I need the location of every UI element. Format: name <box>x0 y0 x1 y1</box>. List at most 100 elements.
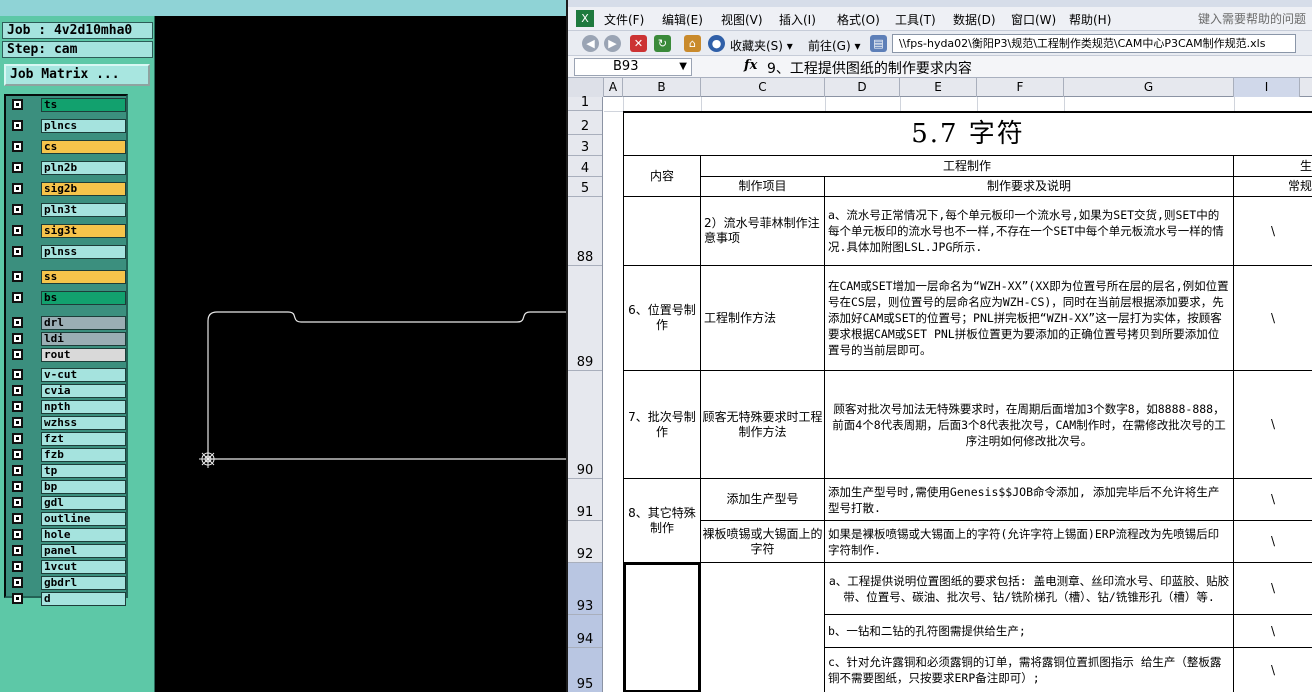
layer-name-label[interactable]: bp <box>41 480 126 494</box>
cell-b89[interactable]: 6、位置号制作 <box>623 266 701 371</box>
layer-row-v-cut[interactable]: v-cut <box>9 368 126 382</box>
layer-row-sig2b[interactable]: sig2b <box>9 182 126 196</box>
layer-checkbox[interactable] <box>12 481 23 492</box>
cam-graphics-canvas[interactable] <box>155 16 566 692</box>
layer-name-label[interactable]: ss <box>41 270 126 284</box>
cell-i92[interactable]: \ <box>1234 521 1312 563</box>
layer-name-label[interactable]: pln3t <box>41 203 126 217</box>
go-menu[interactable]: 前往(G) ▾ <box>808 37 861 54</box>
layer-row-drl[interactable]: drl <box>9 316 126 330</box>
worksheet-grid[interactable]: 5.7 字符 内容 工程制作 生 制作项目 制作要求及说明 常规 2）流水号菲林… <box>604 97 1312 692</box>
menu-tools[interactable]: 工具(T) <box>895 11 936 28</box>
row-header-1[interactable]: 1 <box>568 95 602 111</box>
cell-b93-selected[interactable] <box>623 563 701 692</box>
layer-checkbox[interactable] <box>12 369 23 380</box>
cell-d89[interactable]: 在CAM或SET增加一层命名为“WZH-XX”(XX即为位置号所在层的层名,例如… <box>825 266 1234 371</box>
layer-row-cs[interactable]: cs <box>9 140 126 154</box>
menu-file[interactable]: 文件(F) <box>604 11 644 28</box>
layer-checkbox[interactable] <box>12 577 23 588</box>
help-search-box[interactable]: 键入需要帮助的问题 <box>1198 10 1306 27</box>
layer-checkbox[interactable] <box>12 183 23 194</box>
layer-checkbox[interactable] <box>12 141 23 152</box>
layer-row-d[interactable]: d <box>9 592 126 606</box>
excel-app-icon[interactable]: X <box>576 10 594 27</box>
layer-name-label[interactable]: ldi <box>41 332 126 346</box>
cell-c92[interactable]: 裸板喷锡或大锡面上的字符 <box>701 521 825 563</box>
cell-b91[interactable]: 8、其它特殊制作 <box>623 479 701 563</box>
column-header-e[interactable]: E <box>900 78 977 97</box>
favorites-menu[interactable]: 收藏夹(S) ▾ <box>730 37 793 54</box>
cell-i94[interactable]: \ <box>1234 615 1312 648</box>
layer-row-npth[interactable]: npth <box>9 400 126 414</box>
sheet-title[interactable]: 5.7 字符 <box>623 111 1312 156</box>
layer-checkbox[interactable] <box>12 401 23 412</box>
menu-data[interactable]: 数据(D) <box>953 11 996 28</box>
layer-checkbox[interactable] <box>12 120 23 131</box>
layer-name-label[interactable]: 1vcut <box>41 560 126 574</box>
back-icon[interactable]: ◀ <box>582 35 599 52</box>
row-header-89[interactable]: 89 <box>568 266 602 371</box>
layer-name-label[interactable]: ts <box>41 98 126 112</box>
home-icon[interactable]: ⌂ <box>684 35 701 52</box>
layer-checkbox[interactable] <box>12 333 23 344</box>
layer-name-label[interactable]: npth <box>41 400 126 414</box>
cell-c91[interactable]: 添加生产型号 <box>701 479 825 521</box>
layer-checkbox[interactable] <box>12 561 23 572</box>
header-content[interactable]: 内容 <box>623 156 701 197</box>
cell-d93[interactable]: a、工程提供说明位置图纸的要求包括: 盖电测章、丝印流水号、印蓝胶、贴胶带、位置… <box>825 563 1234 615</box>
layer-name-label[interactable]: v-cut <box>41 368 126 382</box>
row-header-2[interactable]: 2 <box>568 111 602 135</box>
layer-name-label[interactable]: bs <box>41 291 126 305</box>
layer-checkbox[interactable] <box>12 225 23 236</box>
layer-checkbox[interactable] <box>12 545 23 556</box>
cell-c89[interactable]: 工程制作方法 <box>701 266 825 371</box>
layer-checkbox[interactable] <box>12 433 23 444</box>
search-icon[interactable]: ● <box>708 35 725 52</box>
row-header-95[interactable]: 95 <box>568 648 602 692</box>
layer-checkbox[interactable] <box>12 246 23 257</box>
cell-i88[interactable]: \ <box>1234 197 1312 266</box>
layer-name-label[interactable]: sig3t <box>41 224 126 238</box>
cell-d91[interactable]: 添加生产型号时,需使用Genesis$$JOB命令添加, 添加完毕后不允许将生产… <box>825 479 1234 521</box>
cell-d90[interactable]: 顾客对批次号加法无特殊要求时，在周期后面增加3个数字8，如8888-888，前面… <box>825 371 1234 479</box>
formula-input[interactable]: 9、工程提供图纸的制作要求内容 <box>767 58 972 78</box>
layer-checkbox[interactable] <box>12 385 23 396</box>
layer-row-fzb[interactable]: fzb <box>9 448 126 462</box>
layer-checkbox[interactable] <box>12 449 23 460</box>
layer-row-ldi[interactable]: ldi <box>9 332 126 346</box>
layer-name-label[interactable]: drl <box>41 316 126 330</box>
cell-d95[interactable]: c、针对允许露铜和必须露铜的订单，需将露铜位置抓图指示 给生产（整板露铜不需要图… <box>825 648 1234 692</box>
layer-row-gbdrl[interactable]: gbdrl <box>9 576 126 590</box>
layer-row-hole[interactable]: hole <box>9 528 126 542</box>
layer-row-gdl[interactable]: gdl <box>9 496 126 510</box>
cell-c90[interactable]: 顾客无特殊要求时工程制作方法 <box>701 371 825 479</box>
address-field[interactable]: \\fps-hyda02\衡阳P3\规范\工程制作类规范\CAM中心P3CAM制… <box>892 34 1296 53</box>
layer-row-cvia[interactable]: cvia <box>9 384 126 398</box>
layer-name-label[interactable]: plnss <box>41 245 126 259</box>
show-web-toolbar-icon[interactable]: ▤ <box>870 35 887 52</box>
row-header-4[interactable]: 4 <box>568 156 602 177</box>
row-header-91[interactable]: 91 <box>568 479 602 521</box>
layer-checkbox[interactable] <box>12 465 23 476</box>
layer-name-label[interactable]: fzt <box>41 432 126 446</box>
layer-checkbox[interactable] <box>12 204 23 215</box>
layer-row-pln2b[interactable]: pln2b <box>9 161 126 175</box>
header-engineering[interactable]: 工程制作 <box>701 156 1234 177</box>
row-header-88[interactable]: 88 <box>568 197 602 266</box>
layer-name-label[interactable]: rout <box>41 348 126 362</box>
layer-row-fzt[interactable]: fzt <box>9 432 126 446</box>
layer-row-bs[interactable]: bs <box>9 291 126 305</box>
layer-name-label[interactable]: gdl <box>41 496 126 510</box>
row-header-3[interactable]: 3 <box>568 135 602 156</box>
layer-row-wzhss[interactable]: wzhss <box>9 416 126 430</box>
cell-d94[interactable]: b、一钻和二钻的孔符图需提供给生产; <box>825 615 1234 648</box>
layer-row-panel[interactable]: panel <box>9 544 126 558</box>
cell-i89[interactable]: \ <box>1234 266 1312 371</box>
layer-row-bp[interactable]: bp <box>9 480 126 494</box>
layer-checkbox[interactable] <box>12 593 23 604</box>
layer-name-label[interactable]: wzhss <box>41 416 126 430</box>
column-header-f[interactable]: F <box>977 78 1064 97</box>
layer-checkbox[interactable] <box>12 513 23 524</box>
cell-i95[interactable]: \ <box>1234 648 1312 692</box>
layer-row-1vcut[interactable]: 1vcut <box>9 560 126 574</box>
